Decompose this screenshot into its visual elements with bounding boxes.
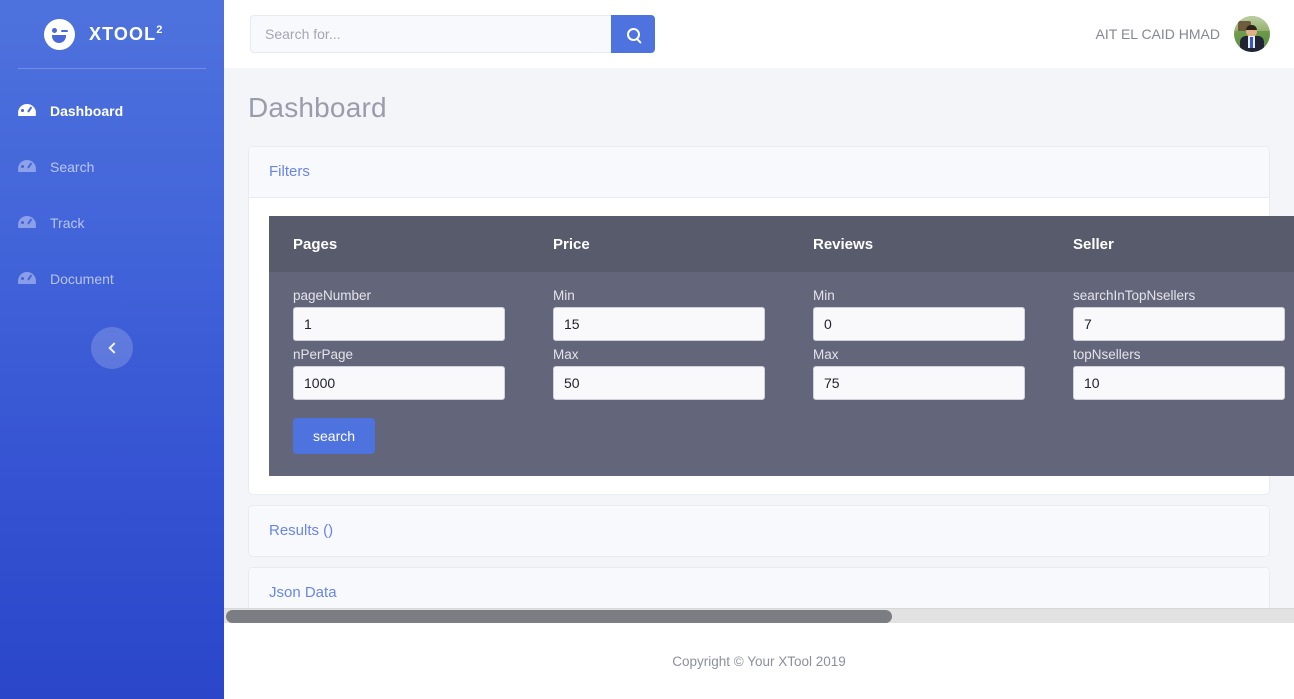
footer-copyright: Copyright © Your XTool 2019 xyxy=(672,654,846,669)
tachometer-icon xyxy=(18,102,36,120)
page-title: Dashboard xyxy=(248,92,1294,124)
page-scroll-region: Dashboard Filters Pages Price Reviews Se… xyxy=(224,68,1294,628)
user-name: AIT EL CAID HMAD xyxy=(1096,26,1220,42)
wink-smiley-icon xyxy=(44,19,75,50)
sidebar-nav: Dashboard Search Track Document xyxy=(0,69,224,307)
tachometer-icon xyxy=(18,158,36,176)
field-label-reviews-min: Min xyxy=(813,288,1025,303)
field-input-searchintopnsellers[interactable] xyxy=(1073,307,1285,341)
field-label-nperpage: nPerPage xyxy=(293,347,505,362)
footer: Copyright © Your XTool 2019 xyxy=(224,623,1294,699)
search-icon xyxy=(627,28,640,41)
field-input-price-min[interactable] xyxy=(553,307,765,341)
sidebar-item-document[interactable]: Document xyxy=(0,251,224,307)
filter-column-reviews: Min Max xyxy=(789,282,1049,400)
filters-card-title: Filters xyxy=(269,163,310,180)
field-input-reviews-min[interactable] xyxy=(813,307,1025,341)
filter-table-footer: search xyxy=(269,414,1294,476)
filter-column-seller: searchInTopNsellers topNsellers xyxy=(1049,282,1294,400)
search-button[interactable] xyxy=(611,15,655,53)
filter-column-price: Min Max xyxy=(529,282,789,400)
field-input-pagenumber[interactable] xyxy=(293,307,505,341)
column-header-pages: Pages xyxy=(269,236,529,253)
results-card-title: Results () xyxy=(269,522,333,539)
page-inner: Dashboard Filters Pages Price Reviews Se… xyxy=(224,68,1294,619)
brand-title: XTOOL2 xyxy=(89,24,163,45)
field-label-price-max: Max xyxy=(553,347,765,362)
sidebar-item-label: Track xyxy=(50,215,84,231)
chevron-left-icon xyxy=(108,342,119,353)
user-menu[interactable]: AIT EL CAID HMAD xyxy=(1096,16,1270,52)
sidebar-item-label: Search xyxy=(50,159,94,175)
field-input-reviews-max[interactable] xyxy=(813,366,1025,400)
sidebar-collapse-button[interactable] xyxy=(91,327,133,369)
filter-table-header: Pages Price Reviews Seller xyxy=(269,216,1294,272)
filter-table-body: pageNumber nPerPage Min Max xyxy=(269,272,1294,414)
filters-card-header[interactable]: Filters xyxy=(249,147,1269,198)
field-label-price-min: Min xyxy=(553,288,765,303)
field-input-price-max[interactable] xyxy=(553,366,765,400)
app-root: XTOOL2 Dashboard Search Track Document xyxy=(0,0,1294,699)
brand-superscript: 2 xyxy=(156,24,163,36)
filters-card: Filters Pages Price Reviews Seller xyxy=(248,146,1270,495)
search-submit-button[interactable]: search xyxy=(293,418,375,454)
results-card-header[interactable]: Results () xyxy=(249,506,1269,556)
column-header-seller: Seller xyxy=(1049,236,1294,253)
search-input[interactable] xyxy=(250,15,611,53)
tachometer-icon xyxy=(18,214,36,232)
field-input-topnsellers[interactable] xyxy=(1073,366,1285,400)
sidebar-collapse-wrap xyxy=(0,327,224,369)
brand-name: XTOOL xyxy=(89,24,156,44)
json-data-card-title: Json Data xyxy=(269,584,337,601)
brand-logo-link[interactable]: XTOOL2 xyxy=(0,0,224,68)
field-label-reviews-max: Max xyxy=(813,347,1025,362)
sidebar-item-label: Dashboard xyxy=(50,103,123,119)
tachometer-icon xyxy=(18,270,36,288)
column-header-reviews: Reviews xyxy=(789,236,1049,253)
filter-table: Pages Price Reviews Seller pageNumber nP… xyxy=(269,216,1294,476)
field-label-pagenumber: pageNumber xyxy=(293,288,505,303)
field-label-topnsellers: topNsellers xyxy=(1073,347,1285,362)
filter-column-pages: pageNumber nPerPage xyxy=(269,282,529,400)
content-area: AIT EL CAID HMAD Dashboard Filters xyxy=(224,0,1294,699)
column-header-price: Price xyxy=(529,236,789,253)
sidebar-item-track[interactable]: Track xyxy=(0,195,224,251)
sidebar-item-label: Document xyxy=(50,271,114,287)
horizontal-scrollbar-track[interactable] xyxy=(224,608,1294,623)
sidebar-item-search[interactable]: Search xyxy=(0,139,224,195)
field-label-searchintopnsellers: searchInTopNsellers xyxy=(1073,288,1285,303)
horizontal-scrollbar-thumb[interactable] xyxy=(226,610,892,623)
sidebar-item-dashboard[interactable]: Dashboard xyxy=(0,83,224,139)
avatar xyxy=(1234,16,1270,52)
topbar-search xyxy=(250,15,655,53)
topbar: AIT EL CAID HMAD xyxy=(224,0,1294,68)
sidebar: XTOOL2 Dashboard Search Track Document xyxy=(0,0,224,699)
filters-card-body: Pages Price Reviews Seller pageNumber nP… xyxy=(249,198,1269,494)
field-input-nperpage[interactable] xyxy=(293,366,505,400)
results-card: Results () xyxy=(248,505,1270,557)
